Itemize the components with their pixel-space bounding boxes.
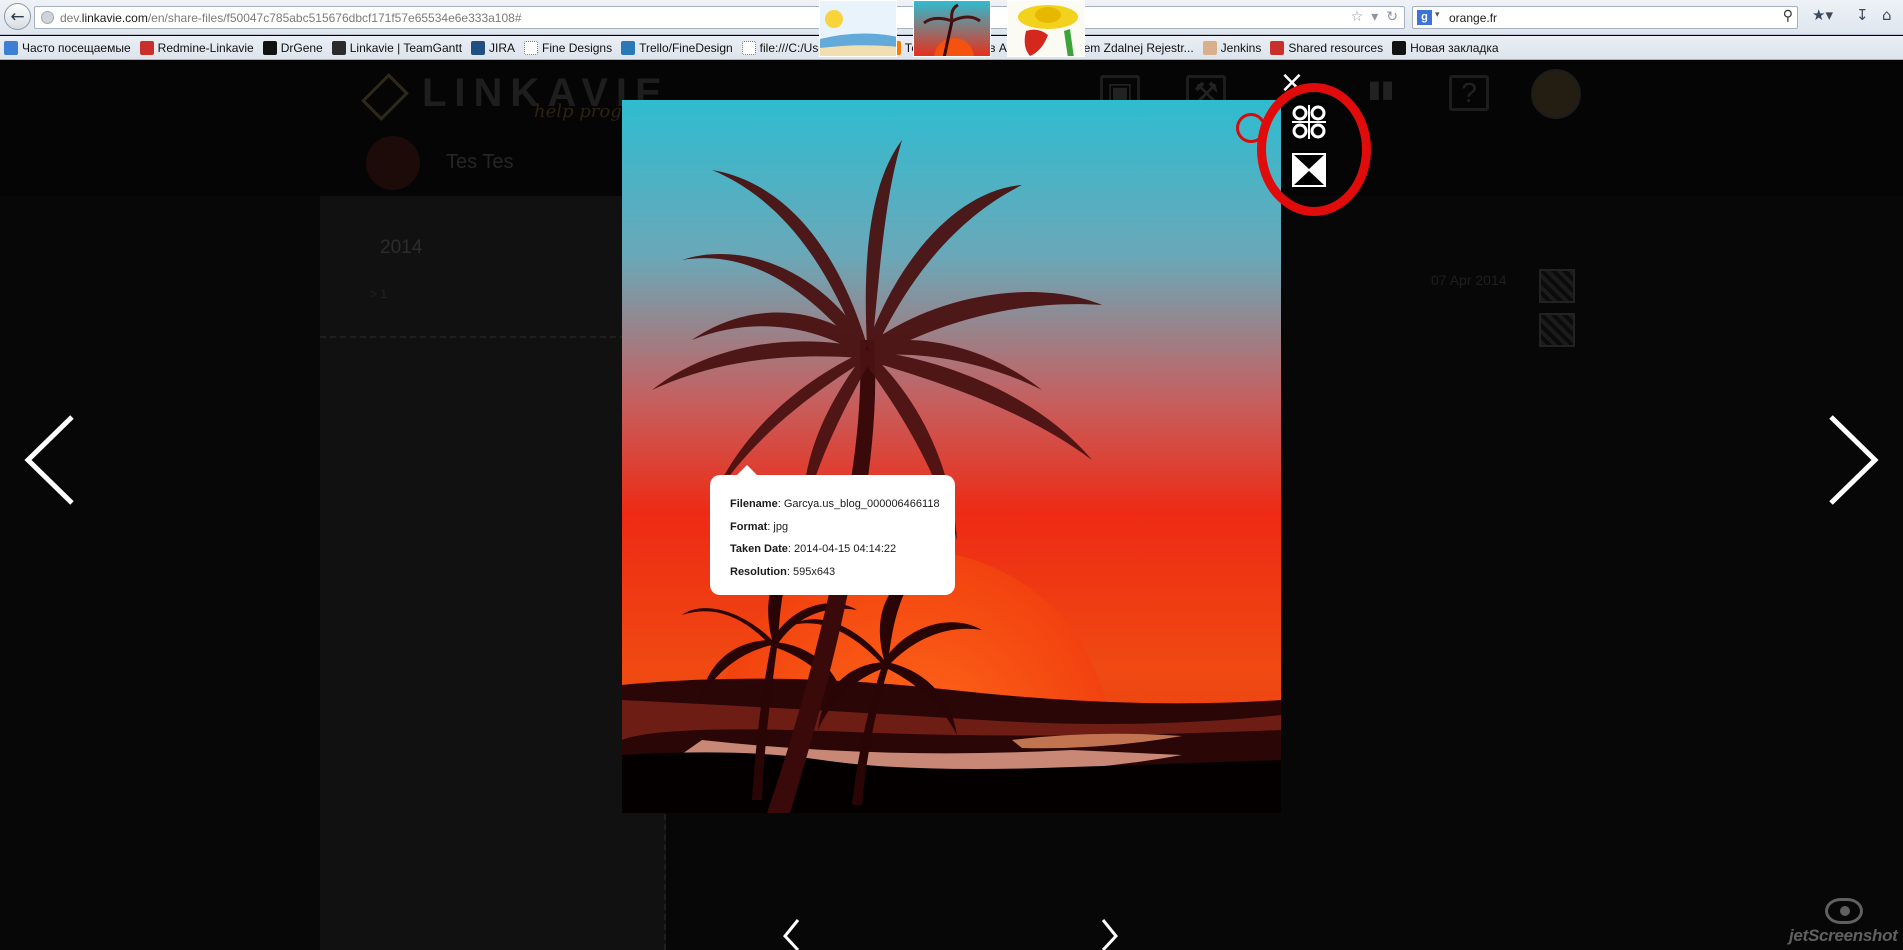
header-avatar xyxy=(1531,69,1581,119)
downloads-icon[interactable]: ↧ xyxy=(1856,6,1869,29)
folder-icon xyxy=(4,40,18,55)
chevron-right-icon xyxy=(1101,919,1118,950)
eye-logo-icon xyxy=(1825,898,1863,924)
chevron-left-icon xyxy=(783,919,800,950)
file-date: 07 Apr 2014 xyxy=(1431,272,1507,288)
bookmark-label: JIRA xyxy=(489,40,516,55)
back-arrow-icon: ← xyxy=(10,6,25,27)
drgene-icon xyxy=(262,40,277,55)
info-taken-date: Taken Date: 2014-04-15 04:14:22 xyxy=(730,543,897,555)
jenkins-icon xyxy=(1202,40,1217,55)
bookmarks-menu-icon[interactable]: ★▾ xyxy=(1812,6,1833,29)
bookmark-label: Часто посещаемые xyxy=(22,40,131,55)
select-file-icon xyxy=(1539,269,1575,303)
help-icon: ? xyxy=(1449,75,1489,111)
github-icon xyxy=(1392,40,1407,55)
bookmark-item[interactable]: DrGene xyxy=(262,40,323,55)
next-photo-button[interactable] xyxy=(1823,415,1883,505)
page-icon xyxy=(741,40,756,55)
lightbox-photo xyxy=(622,100,1281,813)
page-icon xyxy=(524,40,539,55)
bookmark-label: Fine Designs xyxy=(542,40,613,55)
chevron-left-icon xyxy=(24,415,74,505)
bookmark-label: Trello/FineDesign xyxy=(639,40,733,55)
bookmark-star-icon[interactable]: ☆ xyxy=(1351,9,1364,25)
reload-icon[interactable]: ↻ xyxy=(1386,9,1398,25)
bookmark-item[interactable]: Shared resources xyxy=(1270,40,1384,55)
photo-info-tooltip: Filename: Garcya.us_blog_000006466118 Fo… xyxy=(710,465,955,595)
bookmark-label: Jenkins xyxy=(1220,40,1262,55)
annotation-red-circle xyxy=(1257,83,1371,216)
jira-icon xyxy=(471,40,486,55)
bookmark-label: Shared resources xyxy=(1288,40,1384,55)
bookmark-item[interactable]: JIRA xyxy=(471,40,516,55)
screenshot-root: ← dev.linkavie.com/en/share-files/f50047… xyxy=(0,0,1903,950)
engine-dropdown-icon[interactable]: ▾ xyxy=(1435,10,1440,20)
previous-photo-button[interactable] xyxy=(20,415,80,505)
info-filename: Filename: Garcya.us_blog_000006466118 xyxy=(730,498,940,510)
info-format: Format: jpg xyxy=(730,520,789,533)
back-button[interactable]: ← xyxy=(4,3,31,30)
palm-sunset-image xyxy=(622,100,1281,813)
user-avatar xyxy=(366,136,420,190)
bookmark-label: Redmine-Linkavie xyxy=(157,40,254,55)
user-name: Tes Tes xyxy=(446,151,514,173)
teamgantt-icon xyxy=(331,40,346,55)
thumbnails-next-button[interactable] xyxy=(1100,918,1120,950)
bookmark-item[interactable]: Redmine-Linkavie xyxy=(139,40,254,55)
palm-sunset-thumbnail[interactable] xyxy=(913,0,991,57)
bookmark-item[interactable]: Linkavie | TeamGantt xyxy=(331,40,463,55)
watermark-text: jetScreenshot xyxy=(1789,926,1898,945)
redmine-icon xyxy=(1270,40,1285,55)
home-icon[interactable]: ⌂ xyxy=(1882,6,1892,29)
timeline-year: 2014 xyxy=(380,237,423,258)
info-resolution: Resolution: 595x643 xyxy=(730,565,836,578)
bookmark-label: Новая закладка xyxy=(1410,40,1499,55)
bookmark-label: Linkavie | TeamGantt xyxy=(349,40,463,55)
search-input[interactable]: orange.fr xyxy=(1449,11,1497,25)
mexican-chili-thumbnail[interactable] xyxy=(1007,0,1085,57)
url-text[interactable]: dev.linkavie.com/en/share-files/f50047c7… xyxy=(60,11,522,25)
bookmark-item[interactable]: Jenkins xyxy=(1202,40,1262,55)
bookmark-item[interactable]: Часто посещаемые xyxy=(4,40,131,55)
redmine-icon xyxy=(139,40,154,55)
magnifier-icon[interactable]: ⚲ xyxy=(1783,8,1793,24)
url-actions: ☆ ▾ ↻ xyxy=(1351,9,1398,25)
history-dropdown-icon[interactable]: ▾ xyxy=(1371,9,1378,25)
jetscreenshot-watermark: jetScreenshot xyxy=(1789,898,1901,948)
timeline-count: > 1 xyxy=(370,287,388,301)
search-bar[interactable]: g ▾ orange.fr ⚲ xyxy=(1412,6,1798,29)
summer-beach-thumbnail[interactable] xyxy=(819,0,897,57)
chevron-right-icon xyxy=(1829,415,1879,505)
google-icon[interactable]: g xyxy=(1417,10,1432,25)
battery-icon: ▮▮ xyxy=(1367,76,1395,103)
site-identity-icon[interactable] xyxy=(41,11,54,24)
linkavie-logo-icon xyxy=(361,73,409,121)
trello-icon xyxy=(621,40,636,55)
share-file-icon xyxy=(1539,313,1575,347)
bookmark-item[interactable]: Trello/FineDesign xyxy=(621,40,733,55)
thumbnails-prev-button[interactable] xyxy=(781,918,801,950)
bookmark-item[interactable]: Fine Designs xyxy=(524,40,613,55)
address-bar[interactable]: dev.linkavie.com/en/share-files/f50047c7… xyxy=(34,6,1405,29)
timeline-panel xyxy=(320,196,666,950)
bookmark-label: DrGene xyxy=(280,40,323,55)
bookmark-item[interactable]: Новая закладка xyxy=(1392,40,1499,55)
